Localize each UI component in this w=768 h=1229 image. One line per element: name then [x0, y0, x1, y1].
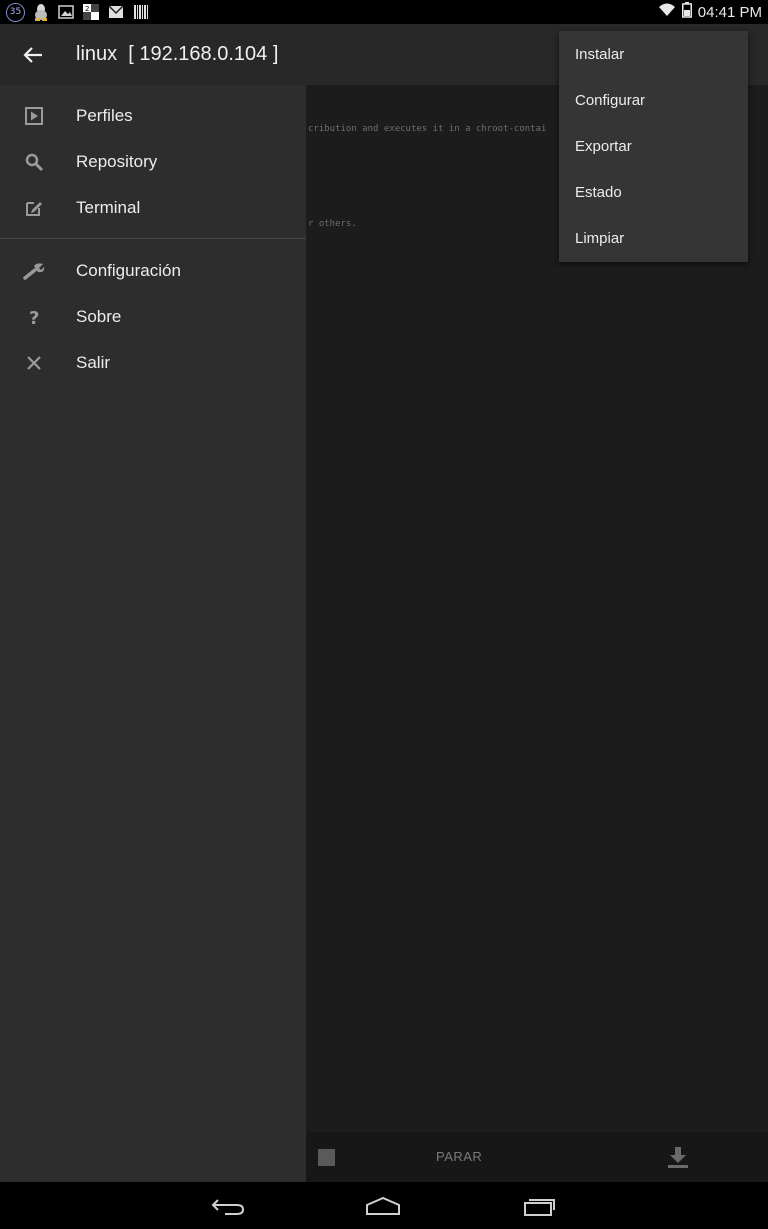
download-icon: [668, 1147, 688, 1168]
drawer-item-perfiles[interactable]: Perfiles: [0, 93, 306, 139]
battery-icon: [681, 1, 692, 23]
nav-back-button[interactable]: [204, 1190, 252, 1222]
search-icon: [22, 150, 46, 174]
arrow-left-icon: [23, 47, 42, 63]
system-indicators: 04:41 PM: [658, 0, 762, 24]
menu-item-label: Estado: [575, 183, 622, 201]
navigation-bar: [0, 1182, 768, 1229]
back-button[interactable]: [14, 36, 52, 74]
edit-box-icon: [22, 196, 46, 220]
drawer-item-salir[interactable]: Salir: [0, 340, 306, 386]
play-box-icon: [22, 104, 46, 128]
menu-item-label: Instalar: [575, 45, 625, 63]
mail-icon: [106, 3, 125, 22]
grid-app-icon: 2: [81, 3, 100, 22]
drawer-item-label: Configuración: [76, 261, 181, 280]
recents-icon: [524, 1199, 555, 1216]
navigation-drawer: Perfiles Repository Terminal Configuraci…: [0, 85, 306, 1182]
question-icon: ?: [22, 305, 46, 329]
menu-item-label: Configurar: [575, 91, 646, 109]
menu-item-estado[interactable]: Estado: [559, 169, 748, 215]
stop-button[interactable]: PARAR: [436, 1149, 482, 1164]
overflow-menu: Instalar Configurar Exportar Estado Limp…: [559, 31, 748, 262]
console-line: cribution and executes it in a chroot-co…: [308, 124, 547, 134]
drawer-item-configuracion[interactable]: Configuración: [0, 248, 306, 294]
status-bar: 35 2 04:41 PM: [0, 0, 768, 24]
home-icon: [366, 1196, 400, 1215]
notification-icons: 35 2: [6, 2, 150, 22]
menu-item-label: Limpiar: [575, 229, 625, 247]
menu-item-configurar[interactable]: Configurar: [559, 77, 748, 123]
page-title: linux [ 192.168.0.104 ]: [76, 43, 279, 65]
menu-item-limpiar[interactable]: Limpiar: [559, 215, 748, 261]
menu-item-instalar[interactable]: Instalar: [559, 31, 748, 77]
nav-back-icon: [211, 1199, 245, 1215]
notification-count-badge: 35: [6, 2, 25, 22]
drawer-item-label: Terminal: [76, 198, 141, 217]
image-icon: [56, 3, 75, 22]
barcode-icon: [131, 3, 150, 22]
console-line: r others.: [308, 219, 357, 229]
drawer-item-terminal[interactable]: Terminal: [0, 185, 306, 231]
drawer-item-sobre[interactable]: ? Sobre: [0, 294, 306, 340]
drawer-item-label: Salir: [76, 353, 111, 372]
menu-item-exportar[interactable]: Exportar: [559, 123, 748, 169]
drawer-item-label: Sobre: [76, 307, 122, 326]
drawer-item-label: Perfiles: [76, 106, 133, 125]
drawer-divider: [0, 238, 306, 239]
stop-icon[interactable]: [318, 1149, 335, 1166]
nav-recents-button[interactable]: [516, 1190, 564, 1222]
drawer-item-label: Repository: [76, 152, 158, 171]
close-icon: [22, 351, 46, 375]
svg-text:?: ?: [29, 308, 39, 327]
wrench-icon: [22, 259, 46, 283]
wifi-icon: [658, 3, 676, 22]
drawer-item-repository[interactable]: Repository: [0, 139, 306, 185]
nav-home-button[interactable]: [359, 1190, 407, 1222]
menu-item-label: Exportar: [575, 137, 632, 155]
linux-penguin-icon: [31, 3, 50, 22]
clock: 04:41 PM: [697, 3, 762, 21]
svg-text:2: 2: [85, 5, 89, 13]
download-button[interactable]: [664, 1143, 692, 1171]
